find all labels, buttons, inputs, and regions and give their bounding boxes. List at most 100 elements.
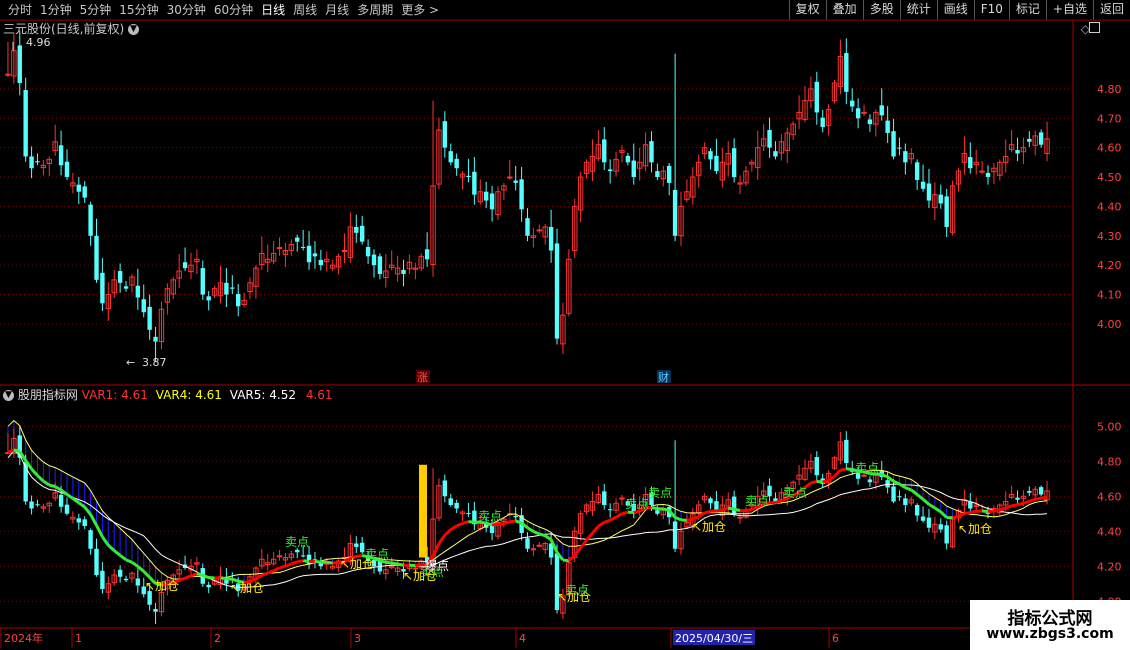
var1-line bbox=[567, 554, 576, 562]
main-candle bbox=[938, 194, 943, 204]
var1-line bbox=[1005, 504, 1013, 510]
var1-line bbox=[196, 572, 204, 577]
var1-line bbox=[190, 572, 198, 578]
ind-candle bbox=[655, 510, 660, 514]
price-tick: 4.70 bbox=[1097, 112, 1122, 125]
low-label: 3.87 bbox=[142, 356, 167, 369]
price-tick: 4.10 bbox=[1097, 289, 1122, 302]
main-candle bbox=[318, 259, 324, 266]
var1-line bbox=[261, 571, 269, 577]
time-label: 2 bbox=[214, 632, 221, 645]
signal-add: ↖加仓 bbox=[230, 581, 264, 595]
ind-candle bbox=[1027, 491, 1032, 493]
watermark: 指标公式网 www.zbgs3.com bbox=[970, 600, 1130, 650]
ind-candle bbox=[814, 457, 819, 476]
signal-sell: 卖点 bbox=[745, 494, 769, 508]
var1-line bbox=[503, 520, 511, 525]
var1-line bbox=[13, 448, 21, 453]
main-candle bbox=[230, 287, 235, 289]
var1-line bbox=[651, 506, 658, 511]
ind-candle bbox=[903, 498, 908, 505]
main-candle bbox=[1027, 138, 1032, 142]
main-candle bbox=[867, 119, 873, 125]
main-candle bbox=[489, 193, 495, 210]
main-candle bbox=[897, 147, 902, 149]
var1-line bbox=[827, 475, 836, 482]
main-candle bbox=[513, 180, 518, 183]
var1-line bbox=[515, 519, 523, 525]
main-candle bbox=[206, 296, 211, 301]
main-candle bbox=[295, 237, 300, 242]
ind-candle bbox=[536, 544, 543, 547]
var4-line bbox=[7, 419, 1048, 580]
var1-line bbox=[833, 469, 842, 478]
main-candle bbox=[879, 105, 884, 116]
price-tick: 4.60 bbox=[1097, 142, 1122, 155]
main-candle bbox=[666, 165, 672, 183]
var1-line bbox=[54, 485, 62, 492]
main-candle bbox=[401, 269, 406, 274]
main-candle bbox=[1038, 132, 1044, 145]
indicator-tick: 4.80 bbox=[1097, 455, 1122, 468]
var1-line bbox=[83, 506, 92, 516]
indicator-tick: 4.60 bbox=[1097, 490, 1122, 503]
blast-bar bbox=[419, 464, 427, 558]
var1-line bbox=[727, 506, 735, 511]
main-candle bbox=[814, 81, 819, 113]
main-candle bbox=[985, 172, 991, 178]
ind-candle bbox=[448, 498, 453, 505]
var1-line bbox=[916, 493, 925, 501]
var1-line bbox=[397, 562, 404, 567]
main-candle bbox=[920, 181, 926, 189]
date-label: 2025/04/30/三 bbox=[675, 632, 753, 645]
var1-line bbox=[48, 483, 56, 488]
signal-sell: 卖点 bbox=[783, 486, 807, 500]
main-candle bbox=[979, 170, 985, 173]
ind-candle bbox=[602, 491, 607, 505]
var1-line bbox=[273, 566, 281, 572]
var1-line bbox=[443, 528, 452, 537]
ind-candle bbox=[513, 515, 518, 518]
main-candle bbox=[442, 121, 448, 148]
main-candle bbox=[767, 130, 772, 148]
main-candle bbox=[312, 253, 318, 257]
ind-candle bbox=[354, 543, 359, 547]
ind-candle bbox=[147, 591, 152, 605]
main-candle bbox=[300, 246, 306, 248]
var1-line bbox=[1022, 499, 1030, 505]
var1-line bbox=[775, 499, 782, 505]
price-tick: 4.00 bbox=[1097, 318, 1122, 331]
var1-line bbox=[485, 521, 493, 527]
time-label: 3 bbox=[354, 632, 361, 645]
var1-line bbox=[615, 512, 623, 519]
var1-line bbox=[822, 478, 829, 484]
main-candle bbox=[354, 226, 359, 233]
main-candle bbox=[88, 204, 93, 236]
var1-line bbox=[957, 512, 966, 518]
signal-sell: 卖点 bbox=[478, 509, 502, 523]
main-candle bbox=[17, 45, 22, 84]
var1-line bbox=[573, 546, 582, 557]
var1-line bbox=[603, 518, 611, 524]
main-candle bbox=[82, 186, 87, 198]
var1-line bbox=[284, 562, 292, 568]
var1-line bbox=[969, 509, 977, 515]
var1-line bbox=[290, 560, 298, 566]
ind-candle bbox=[300, 555, 306, 557]
var1-line bbox=[136, 565, 145, 573]
main-candle bbox=[123, 286, 129, 289]
kline-chart[interactable]: 4.80 4.70 4.60 4.50 4.40 4.30 4.20 4.10 4.00 5.00… bbox=[0, 0, 1130, 650]
ind-candle bbox=[35, 504, 40, 506]
ind-candle bbox=[968, 501, 973, 509]
ind-candle bbox=[454, 502, 459, 509]
price-tick: 4.40 bbox=[1097, 200, 1122, 213]
indicator-tick: 5.00 bbox=[1097, 420, 1122, 433]
ind-candle bbox=[82, 519, 87, 526]
main-candle bbox=[153, 336, 158, 342]
ind-candle bbox=[94, 548, 99, 575]
ind-candle bbox=[891, 486, 896, 502]
main-candle bbox=[141, 299, 146, 313]
ind-candle bbox=[844, 439, 849, 463]
var1-line bbox=[66, 493, 74, 500]
var1-line bbox=[745, 508, 753, 513]
